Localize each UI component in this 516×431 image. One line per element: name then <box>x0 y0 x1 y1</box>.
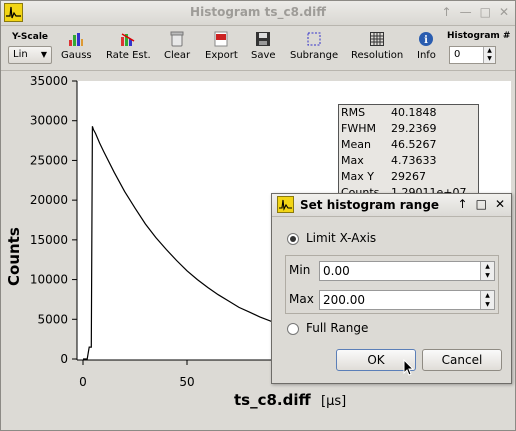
y-tick-label: 35000 <box>30 74 68 88</box>
stat-row: RMS 40.1848 <box>341 106 437 119</box>
dialog-keep-above-button[interactable]: ↑ <box>458 197 468 211</box>
max-spin-arrows-icon[interactable]: ▲ ▼ <box>480 291 494 309</box>
limit-x-axis-label: Limit X-Axis <box>306 231 377 245</box>
stat-row: FWHM 29.2369 <box>341 122 437 135</box>
histogram-number-spinbox[interactable]: 0 ▲ ▼ <box>449 46 496 64</box>
chevron-down-icon: ▼ <box>40 50 47 59</box>
resolution-icon <box>369 31 385 47</box>
statistics-box: RMS 40.1848 FWHM 29.2369 Mean 46.5267 Max 4.… <box>338 104 479 194</box>
yscale-select[interactable]: Lin ▼ <box>8 46 52 64</box>
dialog-title: Set histogram range <box>300 198 440 212</box>
gauss-icon <box>68 31 84 47</box>
clear-button[interactable]: Clear <box>164 29 190 61</box>
histogram-window: Histogram ts_c8.diff ↑ — □ ✕ Y-Scale His… <box>0 0 516 431</box>
dialog-close-button[interactable]: ✕ <box>495 197 505 211</box>
svg-text:i: i <box>425 35 429 46</box>
dialog-title-bar[interactable]: Set histogram range ↑ □ ✕ <box>272 194 511 217</box>
x-axis-label: ts_c8.diff <box>234 391 312 409</box>
y-tick-label: 15000 <box>30 233 68 247</box>
export-button[interactable]: Export <box>205 29 238 61</box>
x-axis-unit: [μs] <box>321 394 346 409</box>
minimize-button[interactable]: — <box>460 5 472 19</box>
histogram-number-label: Histogram # <box>447 31 511 41</box>
full-range-label: Full Range <box>306 321 369 335</box>
min-spin-arrows-icon[interactable]: ▲ ▼ <box>480 262 494 280</box>
toolbar: Y-Scale Histogram # Gauss Rate Est. Clea… <box>1 26 515 71</box>
save-icon <box>255 31 271 47</box>
stat-row: Max Y 29267 <box>341 170 426 183</box>
save-button[interactable]: Save <box>251 29 276 61</box>
resolution-button[interactable]: Resolution <box>351 29 403 61</box>
full-range-radio[interactable] <box>287 323 299 335</box>
rate-estimate-button[interactable]: Rate Est. <box>106 29 151 61</box>
min-label: Min <box>289 263 311 277</box>
cancel-button[interactable]: Cancel <box>422 349 502 371</box>
max-field[interactable]: 200.00 ▲ ▼ <box>319 290 495 310</box>
info-icon: i <box>418 31 434 47</box>
y-tick-label: 25000 <box>30 153 68 167</box>
dialog-maximize-button[interactable]: □ <box>476 197 487 211</box>
keep-above-button[interactable]: ↑ <box>442 5 452 19</box>
maximize-button[interactable]: □ <box>480 5 491 19</box>
mouse-cursor-icon <box>403 359 415 376</box>
gauss-button[interactable]: Gauss <box>61 29 92 61</box>
x-tick-label: 0 <box>79 375 87 389</box>
y-tick-label: 0 <box>60 352 68 366</box>
export-icon <box>213 31 229 47</box>
y-tick-label: 20000 <box>30 193 68 207</box>
stat-row: Mean 46.5267 <box>341 138 437 151</box>
window-title: Histogram ts_c8.diff <box>190 5 326 19</box>
limit-x-axis-radio[interactable] <box>287 233 299 245</box>
title-bar[interactable]: Histogram ts_c8.diff ↑ — □ ✕ <box>1 1 515 26</box>
subrange-button[interactable]: Subrange <box>290 29 338 61</box>
x-tick-label: 50 <box>179 375 194 389</box>
y-tick-label: 30000 <box>30 114 68 128</box>
close-button[interactable]: ✕ <box>499 5 509 19</box>
min-field[interactable]: 0.00 ▲ ▼ <box>319 261 495 281</box>
y-axis-label: Counts <box>5 227 23 286</box>
y-tick-label: 10000 <box>30 273 68 287</box>
info-button[interactable]: i Info <box>417 29 436 61</box>
stat-row: Max 4.73633 <box>341 154 437 167</box>
subrange-icon <box>306 31 322 47</box>
max-label: Max <box>289 292 314 306</box>
app-logo-icon <box>277 196 294 213</box>
y-tick-label: 5000 <box>37 312 68 326</box>
spin-arrows-icon[interactable]: ▲ ▼ <box>483 47 495 63</box>
yscale-label: Y-Scale <box>12 32 49 42</box>
rate-estimate-icon <box>120 31 136 47</box>
clear-icon <box>169 31 185 47</box>
